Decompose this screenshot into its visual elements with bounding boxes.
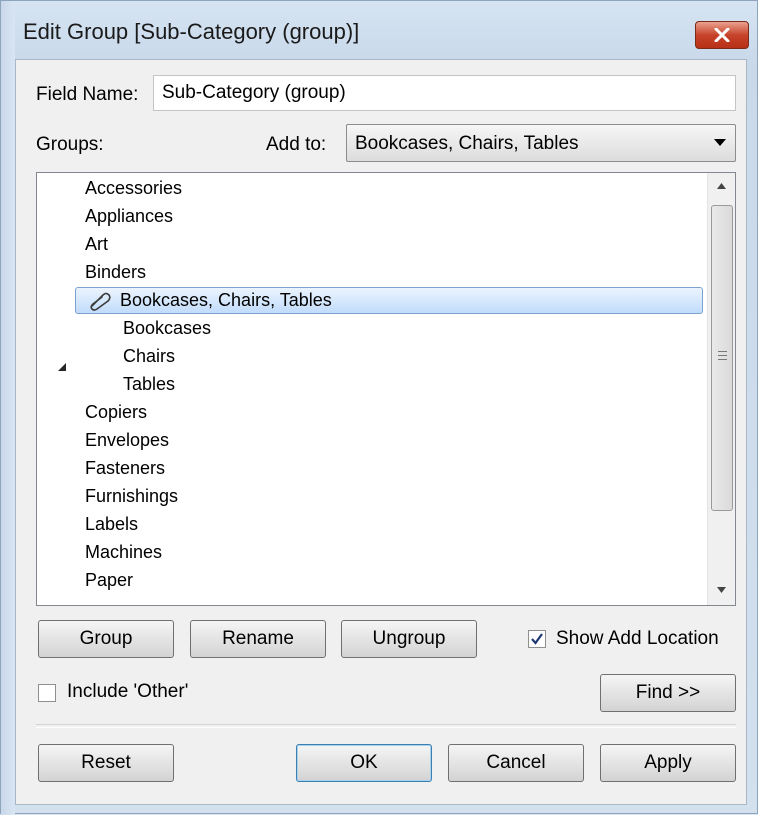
tree-item[interactable]: Machines bbox=[85, 538, 162, 566]
arrow-up-icon bbox=[717, 183, 726, 189]
tree-item[interactable]: Paper bbox=[85, 566, 133, 594]
tree-group-selected[interactable]: Bookcases, Chairs, Tables bbox=[75, 287, 703, 314]
close-icon bbox=[714, 28, 730, 42]
ungroup-button[interactable]: Ungroup bbox=[341, 620, 477, 658]
tree-child-item[interactable]: Chairs bbox=[123, 342, 175, 370]
tree-item[interactable]: Envelopes bbox=[85, 426, 169, 454]
find-button[interactable]: Find >> bbox=[600, 674, 736, 712]
group-button[interactable]: Group bbox=[38, 620, 174, 658]
title-bar[interactable]: Edit Group [Sub-Category (group)] bbox=[1, 1, 758, 61]
tree-item[interactable]: Appliances bbox=[85, 202, 173, 230]
paperclip-icon bbox=[90, 292, 111, 311]
groups-tree[interactable]: Accessories Appliances Art Binders Bookc… bbox=[36, 172, 736, 606]
tree-item[interactable]: Binders bbox=[85, 258, 146, 286]
field-name-input[interactable] bbox=[153, 75, 736, 111]
close-button[interactable] bbox=[695, 21, 749, 49]
scroll-grip-icon bbox=[718, 351, 727, 363]
cancel-button[interactable]: Cancel bbox=[448, 744, 584, 782]
dialog-body: Field Name: Groups: Add to: Bookcases, C… bbox=[15, 59, 747, 805]
rename-button[interactable]: Rename bbox=[190, 620, 326, 658]
add-to-select[interactable]: Bookcases, Chairs, Tables bbox=[346, 124, 736, 162]
show-add-location-label: Show Add Location bbox=[556, 628, 719, 649]
include-other-label: Include 'Other' bbox=[67, 681, 189, 702]
scroll-up-button[interactable] bbox=[708, 173, 735, 201]
include-other-checkbox[interactable] bbox=[38, 684, 56, 702]
tree-group-label: Bookcases, Chairs, Tables bbox=[120, 290, 332, 310]
tree-item[interactable]: Accessories bbox=[85, 174, 182, 202]
tree-item[interactable]: Fasteners bbox=[85, 454, 165, 482]
scroll-thumb[interactable] bbox=[711, 205, 733, 511]
expanded-triangle-icon[interactable] bbox=[57, 362, 67, 372]
tree-child-item[interactable]: Bookcases bbox=[123, 314, 211, 342]
window-left-border bbox=[1, 1, 15, 815]
tree-item[interactable]: Labels bbox=[85, 510, 138, 538]
chevron-down-icon bbox=[714, 139, 726, 146]
tree-item[interactable]: Furnishings bbox=[85, 482, 178, 510]
add-to-selected-value: Bookcases, Chairs, Tables bbox=[355, 133, 579, 154]
separator bbox=[36, 724, 736, 728]
apply-button[interactable]: Apply bbox=[600, 744, 736, 782]
tree-scrollbar[interactable] bbox=[707, 173, 735, 605]
ok-button[interactable]: OK bbox=[296, 744, 432, 782]
tree-child-item[interactable]: Tables bbox=[123, 370, 175, 398]
window-title: Edit Group [Sub-Category (group)] bbox=[23, 19, 360, 44]
add-to-label: Add to: bbox=[266, 134, 327, 155]
dialog-window: Edit Group [Sub-Category (group)] Field … bbox=[0, 0, 758, 815]
scroll-down-button[interactable] bbox=[708, 577, 735, 605]
field-name-label: Field Name: bbox=[36, 84, 139, 105]
show-add-location-checkbox[interactable] bbox=[528, 630, 546, 648]
tree-item[interactable]: Art bbox=[85, 230, 108, 258]
checkmark-icon bbox=[531, 633, 543, 645]
arrow-down-icon bbox=[717, 587, 726, 593]
tree-item[interactable]: Copiers bbox=[85, 398, 147, 426]
groups-label: Groups: bbox=[36, 134, 104, 155]
reset-button[interactable]: Reset bbox=[38, 744, 174, 782]
